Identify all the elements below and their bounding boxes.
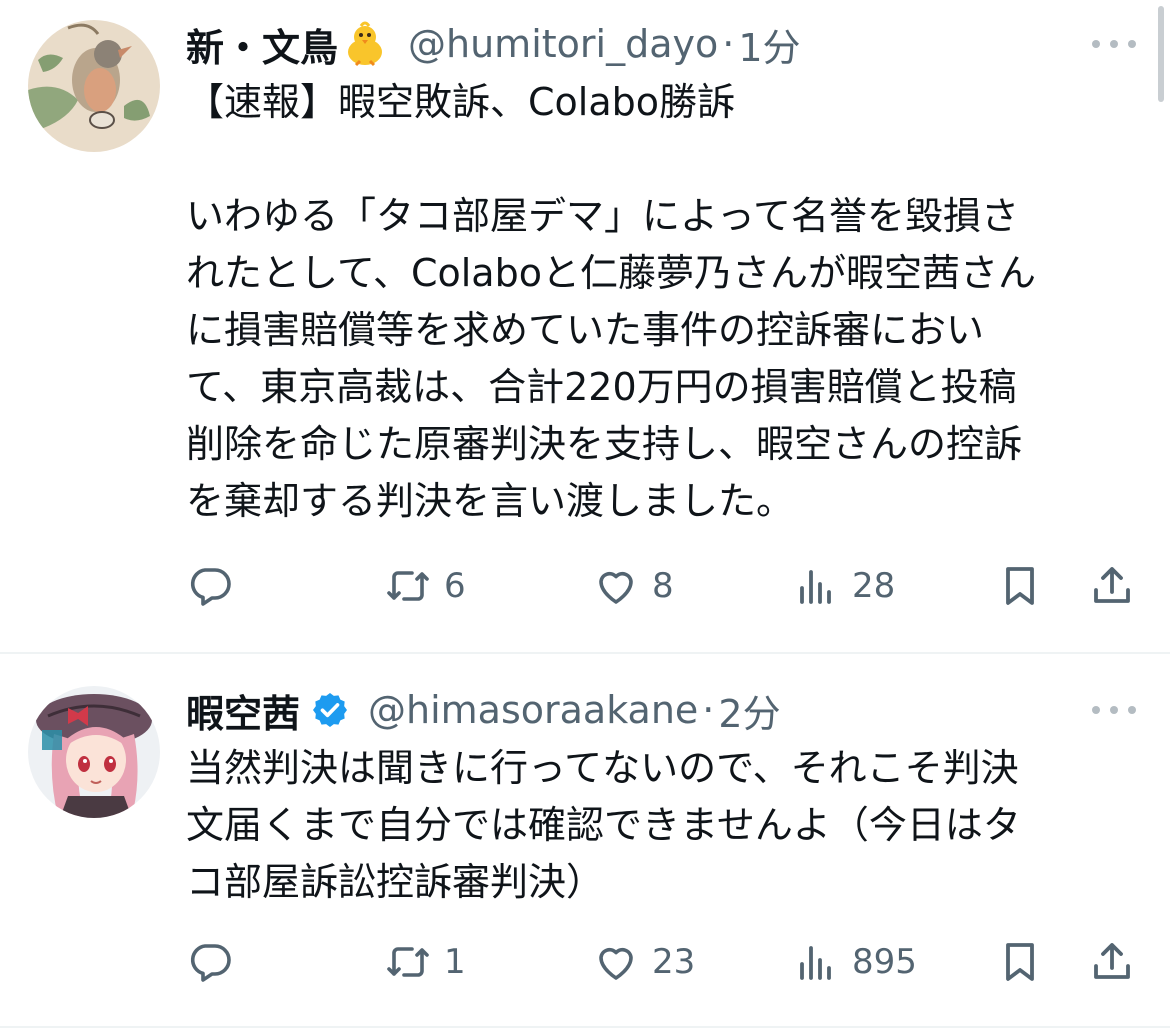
like-count: 8 (652, 566, 674, 606)
verified-badge-icon (310, 690, 350, 730)
share-button[interactable] (1088, 558, 1136, 614)
views-count: 28 (852, 566, 896, 606)
heart-icon (599, 947, 633, 980)
more-icon[interactable] (1092, 34, 1136, 54)
avatar-bird-image (28, 20, 160, 152)
display-name[interactable]: 新・文鳥 (186, 17, 338, 72)
like-button[interactable]: 8 (592, 558, 674, 614)
avatar[interactable] (28, 20, 160, 152)
share-icon (1094, 567, 1130, 603)
separator-dot: · (702, 688, 715, 732)
more-icon[interactable] (1092, 700, 1136, 720)
tweet-divider (0, 1026, 1170, 1028)
reply-button[interactable] (186, 934, 234, 990)
views-icon (800, 570, 831, 604)
bookmark-icon (1006, 943, 1034, 981)
handle[interactable]: @himasoraakane (368, 688, 698, 732)
retweet-button[interactable]: 6 (384, 558, 466, 614)
retweet-button[interactable]: 1 (384, 934, 466, 990)
views-count: 895 (852, 942, 917, 982)
avatar[interactable] (28, 686, 160, 818)
heart-icon (599, 571, 633, 604)
retweet-icon (387, 947, 429, 977)
baby-chick-emoji-icon (340, 19, 390, 69)
timeline: 新・文鳥 @humitori_dayo · 1分 【速報】暇空敗訴、Colabo… (0, 0, 1170, 1031)
bookmark-icon (1006, 567, 1034, 605)
separator-dot: · (722, 22, 735, 66)
tweet[interactable]: 新・文鳥 @humitori_dayo · 1分 【速報】暇空敗訴、Colabo… (0, 0, 1170, 652)
tweet-actions: 6 8 28 (186, 558, 1136, 614)
bookmark-button[interactable] (996, 934, 1044, 990)
tweet-text: 【速報】暇空敗訴、Colabo勝訴 いわゆる「タコ部屋デマ」によって名誉を毀損さ… (186, 80, 1036, 523)
timestamp[interactable]: 2分 (718, 683, 780, 738)
retweet-count: 1 (444, 942, 466, 982)
views-icon (800, 946, 831, 980)
retweet-icon (387, 571, 429, 601)
views-button[interactable]: 28 (792, 558, 895, 614)
reply-icon (190, 944, 231, 982)
like-button[interactable]: 23 (592, 934, 695, 990)
share-button[interactable] (1088, 934, 1136, 990)
timestamp[interactable]: 1分 (738, 17, 800, 72)
tweet-actions: 1 23 895 (186, 934, 1136, 990)
reply-icon (190, 568, 231, 606)
bookmark-button[interactable] (996, 558, 1044, 614)
tweet-header: 暇空茜 @himasoraakane · 2分 (186, 680, 781, 740)
avatar-anime-girl-image (28, 686, 160, 818)
retweet-count: 6 (444, 566, 466, 606)
display-name[interactable]: 暇空茜 (186, 683, 300, 738)
share-icon (1094, 943, 1130, 979)
reply-button[interactable] (186, 558, 234, 614)
views-button[interactable]: 895 (792, 934, 917, 990)
like-count: 23 (652, 942, 696, 982)
tweet-header: 新・文鳥 @humitori_dayo · 1分 (186, 14, 801, 74)
tweet-text: 当然判決は聞きに行ってないので、それこそ判決 文届くまで自分では確認できませんよ… (186, 746, 1021, 904)
tweet[interactable]: 暇空茜 @himasoraakane · 2分 当然判決は聞きに行ってないので、… (0, 652, 1170, 1031)
handle[interactable]: @humitori_dayo (408, 22, 718, 66)
